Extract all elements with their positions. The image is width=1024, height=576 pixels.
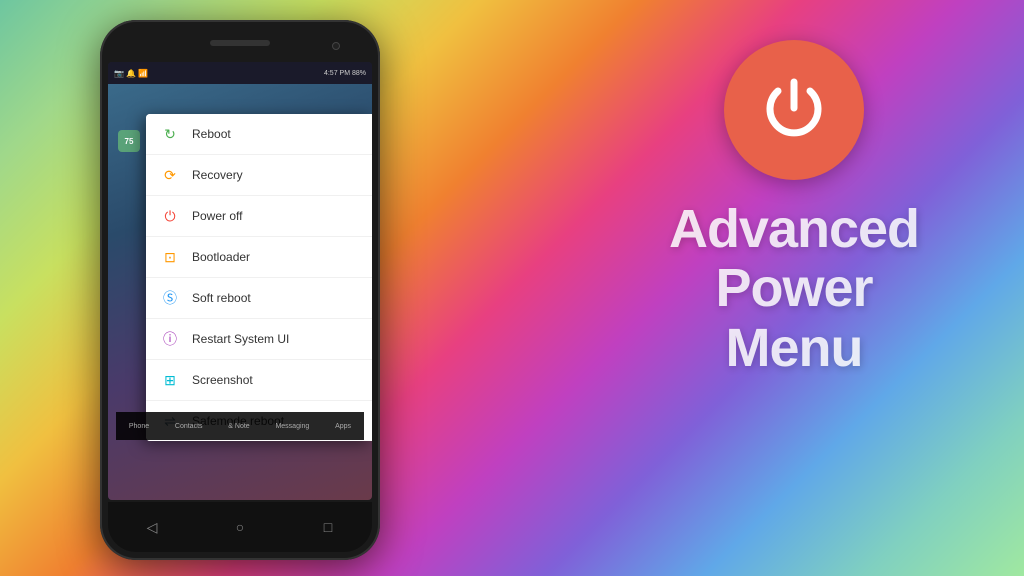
soft-reboot-icon: Ⓢ [160, 288, 180, 308]
home-button[interactable]: ○ [228, 515, 252, 539]
bootloader-icon: ⊡ [160, 247, 180, 267]
status-left: 📷 🔔 📶 [114, 69, 148, 78]
phone-camera [332, 42, 340, 50]
recovery-label: Recovery [192, 168, 243, 182]
status-right: 4:57 PM 88% [324, 70, 366, 77]
title-line-1: Advanced [669, 200, 919, 259]
taskbar-contacts[interactable]: Contacts [175, 423, 203, 430]
screenshot-icon: ⊞ [160, 370, 180, 390]
power-svg-icon [754, 70, 834, 150]
back-button[interactable]: ◁ [140, 515, 164, 539]
recovery-icon: ⟳ [160, 165, 180, 185]
taskbar: Phone Contacts & Note Messaging Apps [116, 412, 364, 440]
status-bar: 📷 🔔 📶 4:57 PM 88% [108, 62, 372, 84]
taskbar-note[interactable]: & Note [228, 423, 249, 430]
app-title: Advanced Power Menu [669, 200, 919, 378]
menu-item-reboot[interactable]: ↻ Reboot [146, 114, 372, 155]
screenshot-label: Screenshot [192, 373, 253, 387]
power-off-label: Power off [192, 209, 242, 223]
menu-item-power-off[interactable]: ⏻ Power off [146, 196, 372, 237]
phone-nav-bar: ◁ ○ □ [108, 502, 372, 552]
phone-mockup: 📷 🔔 📶 4:57 PM 88% 75 ↻ Reboot [100, 20, 380, 560]
menu-item-restart-ui[interactable]: ⓘ Restart System UI [146, 319, 372, 360]
taskbar-messaging[interactable]: Messaging [275, 423, 309, 430]
reboot-icon: ↻ [160, 124, 180, 144]
phone-speaker [210, 40, 270, 46]
recent-button[interactable]: □ [316, 515, 340, 539]
power-off-icon: ⏻ [160, 206, 180, 226]
status-icons: 📷 🔔 📶 [114, 69, 148, 78]
title-line-3: Menu [669, 319, 919, 378]
menu-item-soft-reboot[interactable]: Ⓢ Soft reboot [146, 278, 372, 319]
phone-badge: 75 [118, 130, 140, 152]
phone-shell: 📷 🔔 📶 4:57 PM 88% 75 ↻ Reboot [100, 20, 380, 560]
menu-item-screenshot[interactable]: ⊞ Screenshot [146, 360, 372, 401]
power-icon-circle [724, 40, 864, 180]
right-panel: Advanced Power Menu [604, 40, 984, 378]
menu-item-recovery[interactable]: ⟳ Recovery [146, 155, 372, 196]
restart-ui-label: Restart System UI [192, 332, 289, 346]
bootloader-label: Bootloader [192, 250, 250, 264]
menu-item-bootloader[interactable]: ⊡ Bootloader [146, 237, 372, 278]
power-menu: ↻ Reboot ⟳ Recovery ⏻ Power off ⊡ Bootlo… [146, 114, 372, 441]
status-time: 4:57 PM 88% [324, 70, 366, 77]
taskbar-apps[interactable]: Apps [335, 423, 351, 430]
title-line-2: Power [669, 259, 919, 318]
reboot-label: Reboot [192, 127, 231, 141]
badge-number: 75 [125, 137, 134, 146]
restart-ui-icon: ⓘ [160, 329, 180, 349]
phone-screen: 📷 🔔 📶 4:57 PM 88% 75 ↻ Reboot [108, 62, 372, 500]
taskbar-phone[interactable]: Phone [129, 423, 149, 430]
soft-reboot-label: Soft reboot [192, 291, 251, 305]
